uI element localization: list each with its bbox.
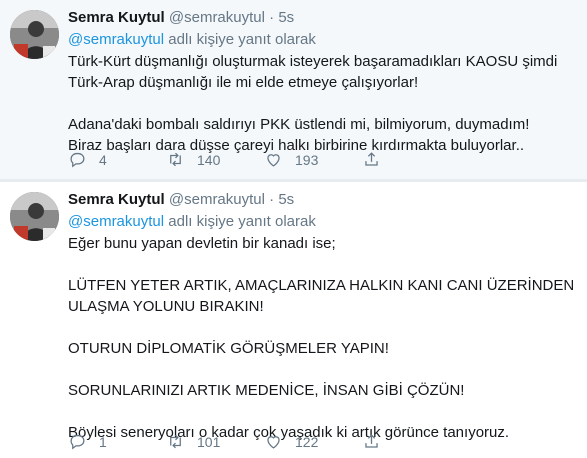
tweet[interactable]: Semra Kuytul @semrakuytul · 5s @semrakuy… (0, 0, 587, 179)
reply-context: @semrakuytul adlı kişiye yanıt olarak (68, 30, 575, 50)
timestamp[interactable]: 5s (278, 9, 294, 26)
tweet-text-line: OTURUN DİPLOMATİK GÖRÜŞMELER YAPIN! (68, 340, 389, 357)
tweet-text-line: ULAŞMA YOLUNU BIRAKIN! (68, 298, 264, 315)
reply-button[interactable]: 4 (68, 150, 166, 169)
author-handle[interactable]: @semrakuytul (169, 9, 265, 26)
retweet-count: 140 (197, 151, 221, 168)
reply-context: @semrakuytul adlı kişiye yanıt olarak (68, 212, 575, 232)
tweet-text-line: Türk-Arap düşmanlığı ile mi elde etmeye … (68, 74, 419, 91)
reply-button[interactable]: 1 (68, 432, 166, 451)
tweet-text: Türk-Kürt düşmanlığı oluşturmak isteyere… (68, 51, 575, 156)
tweet-text-line: SORUNLARINIZI ARTIK MEDENİCE, İNSAN GİBİ… (68, 382, 465, 399)
tweet-actions: 4 140 193 (68, 150, 393, 169)
timestamp[interactable]: 5s (278, 191, 294, 208)
reply-context-text: adlı kişiye yanıt olarak (164, 213, 316, 230)
tweet-text-line: Eğer bunu yapan devletin bir kanadı ise; (68, 235, 336, 252)
author-name[interactable]: Semra Kuytul (68, 9, 165, 26)
heart-icon (267, 436, 280, 449)
retweet-button[interactable]: 101 (166, 432, 264, 451)
reply-mention-link[interactable]: @semrakuytul (68, 213, 164, 230)
reply-context-text: adlı kişiye yanıt olarak (164, 31, 316, 48)
tweet-header: Semra Kuytul @semrakuytul · 5s (68, 190, 575, 210)
avatar[interactable] (10, 10, 59, 59)
heart-icon (267, 154, 280, 167)
retweet-icon (170, 434, 181, 449)
separator-dot: · (269, 191, 275, 208)
share-icon (365, 152, 378, 166)
share-button[interactable] (362, 432, 393, 451)
like-count: 122 (295, 433, 319, 450)
share-button[interactable] (362, 150, 393, 169)
like-button[interactable]: 193 (264, 150, 362, 169)
tweet-actions: 1 101 122 (68, 432, 393, 451)
tweet-text-line: Türk-Kürt düşmanlığı oluşturmak isteyere… (68, 53, 558, 70)
avatar[interactable] (10, 192, 59, 241)
tweet-text-line: Adana'daki bombalı saldırıyı PKK üstlend… (68, 116, 530, 133)
like-count: 193 (295, 151, 319, 168)
tweet-text: Eğer bunu yapan devletin bir kanadı ise;… (68, 233, 575, 443)
tweet-text-line: LÜTFEN YETER ARTIK, AMAÇLARINIZA HALKIN … (68, 277, 575, 294)
reply-icon (70, 152, 85, 168)
author-handle[interactable]: @semrakuytul (169, 191, 265, 208)
like-button[interactable]: 122 (264, 432, 362, 451)
retweet-count: 101 (197, 433, 221, 450)
retweet-button[interactable]: 140 (166, 150, 264, 169)
retweet-icon (170, 152, 181, 167)
reply-mention-link[interactable]: @semrakuytul (68, 31, 164, 48)
reply-icon (70, 434, 85, 450)
separator-dot: · (269, 9, 275, 26)
tweet[interactable]: Semra Kuytul @semrakuytul · 5s @semrakuy… (0, 182, 587, 458)
tweet-header: Semra Kuytul @semrakuytul · 5s (68, 8, 575, 28)
author-name[interactable]: Semra Kuytul (68, 191, 165, 208)
reply-count: 4 (99, 151, 107, 168)
share-icon (365, 434, 378, 448)
reply-count: 1 (99, 433, 107, 450)
